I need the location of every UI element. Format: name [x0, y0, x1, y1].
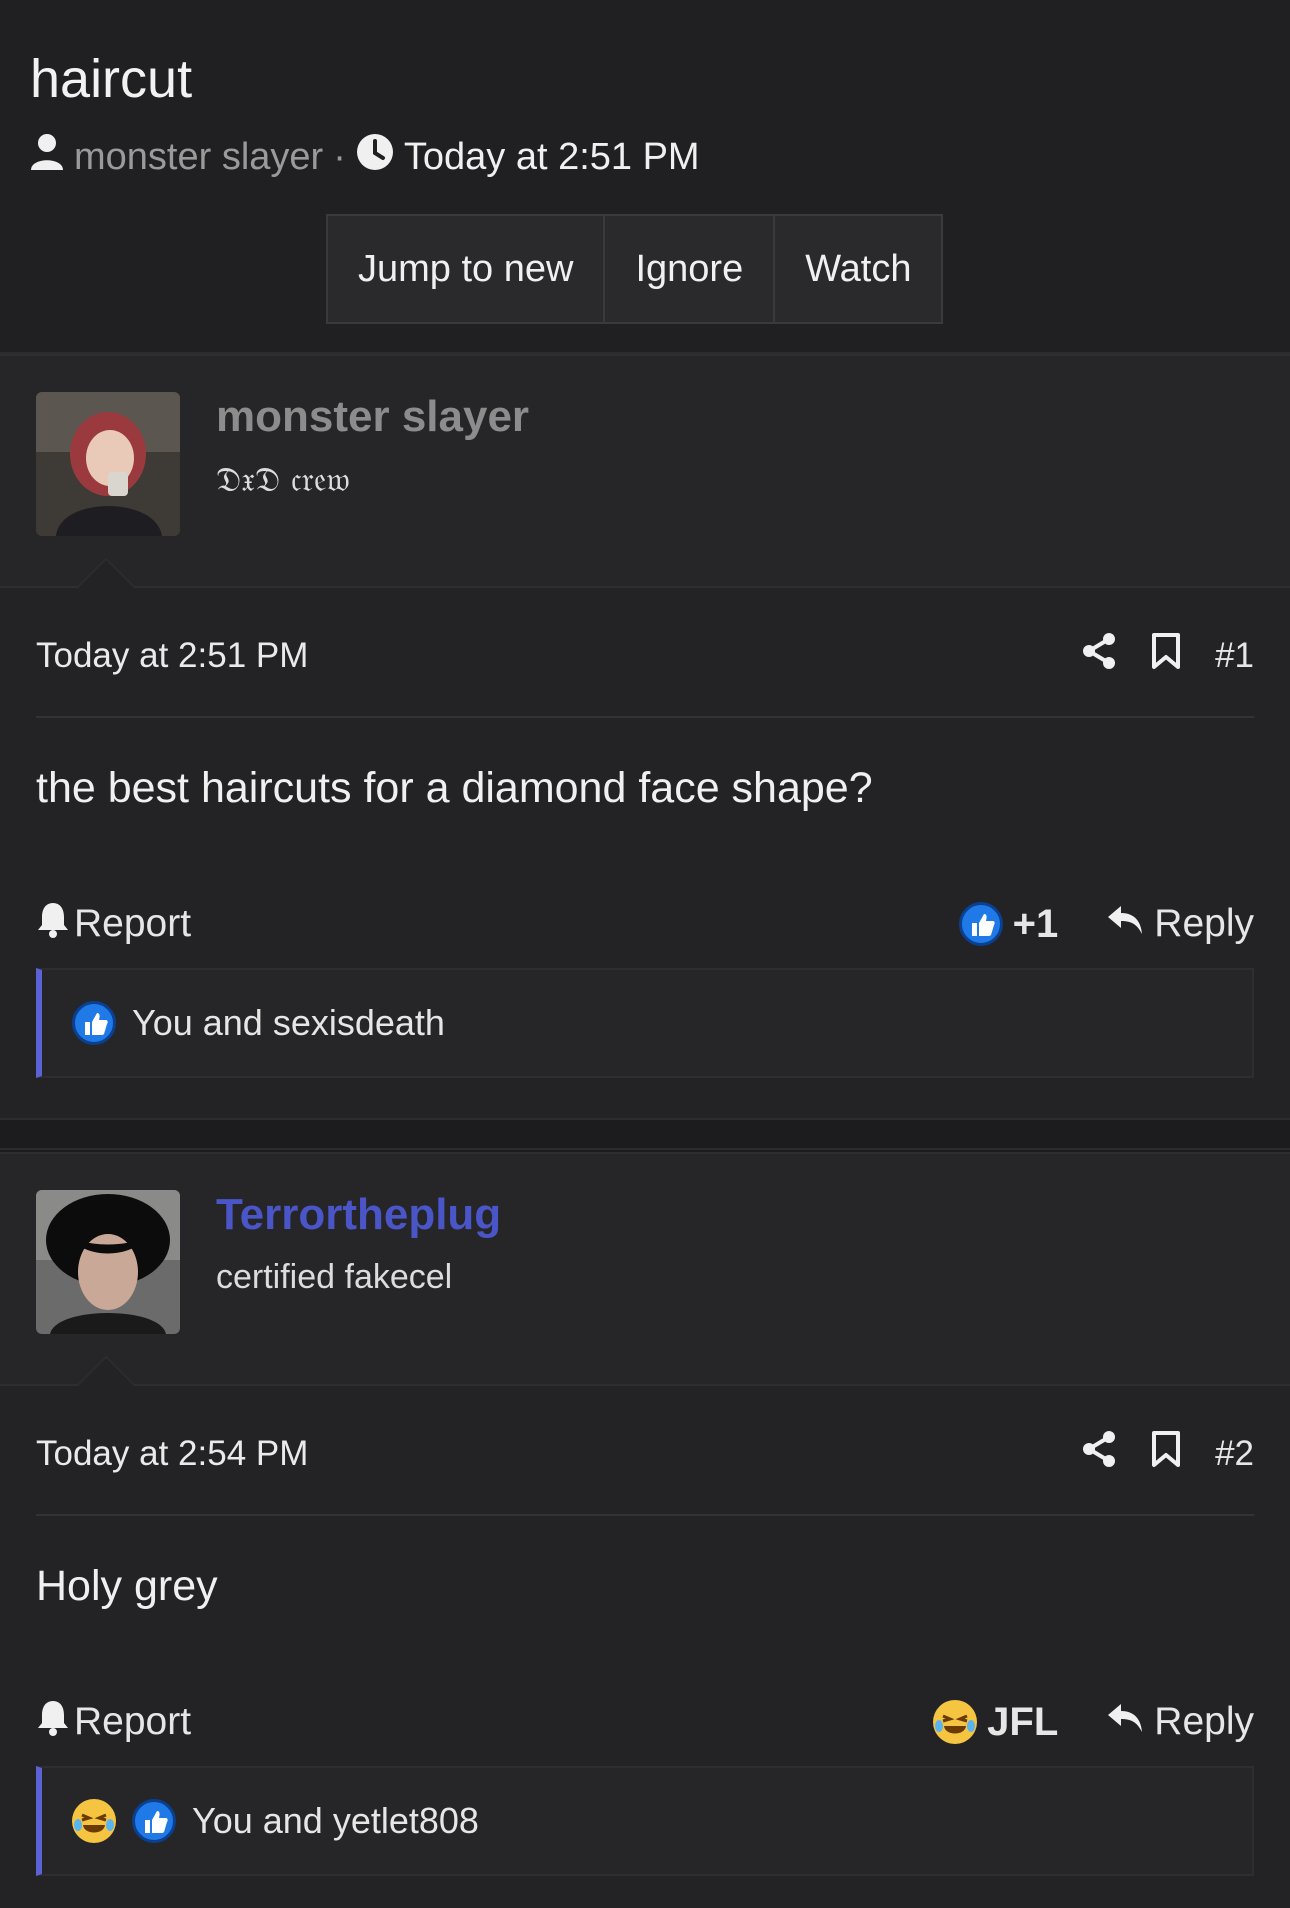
avatar[interactable]: [36, 1190, 180, 1334]
jump-to-new-button[interactable]: Jump to new: [328, 216, 606, 322]
thumbs-up-icon[interactable]: [958, 902, 1003, 946]
post-date[interactable]: Today at 2:51 PM: [36, 636, 308, 676]
thread-button-group: Jump to new Ignore Watch: [326, 214, 944, 324]
user-title: 𝔇𝔵𝔇 𝔠𝔯𝔢𝔴: [216, 460, 350, 500]
post-message: the best haircuts for a diamond face sha…: [36, 764, 873, 812]
thread-title: haircut: [30, 49, 193, 109]
bookmark-icon[interactable]: [1151, 632, 1181, 679]
thumbs-up-icon: [132, 1799, 176, 1843]
thread-author-link[interactable]: monster slayer: [74, 136, 323, 179]
report-link[interactable]: Report: [74, 1700, 191, 1744]
post-user-block: monster slayer 𝔇𝔵𝔇 𝔠𝔯𝔢𝔴: [0, 354, 1290, 588]
ignore-button[interactable]: Ignore: [605, 216, 776, 322]
post-divider: [36, 716, 1254, 718]
bookmark-icon[interactable]: [1151, 1430, 1181, 1477]
post-number-link[interactable]: #2: [1215, 1434, 1254, 1474]
reactions-summary-bar[interactable]: You and yetlet808: [36, 1766, 1254, 1876]
thread-meta: monster slayer · Today at 2:51 PM: [30, 132, 700, 182]
user-block-notch: [76, 1356, 136, 1386]
reactions-summary-bar[interactable]: You and sexisdeath: [36, 968, 1254, 1078]
laughing-crying-emoji-icon: [72, 1799, 116, 1843]
reaction-label[interactable]: JFL: [987, 1700, 1058, 1745]
avatar[interactable]: [36, 392, 180, 536]
meta-separator: ·: [333, 135, 346, 178]
reaction-label[interactable]: +1: [1013, 902, 1059, 947]
post-tools: #1: [1081, 632, 1254, 679]
post-message: Holy grey: [36, 1562, 218, 1610]
bell-icon[interactable]: [36, 900, 70, 948]
user-title: certified fakecel: [216, 1258, 453, 1296]
post-2: Terrortheplug certified fakecel Today at…: [0, 1152, 1290, 1908]
thread-header: haircut monster slayer · Today at 2:51 P…: [0, 0, 1290, 354]
share-icon[interactable]: [1081, 1430, 1117, 1477]
post-gap: [0, 1118, 1290, 1150]
post-number-link[interactable]: #1: [1215, 636, 1254, 676]
user-block-notch: [76, 558, 136, 588]
reactions-summary-text[interactable]: You and sexisdeath: [132, 1002, 445, 1044]
share-icon[interactable]: [1081, 632, 1117, 679]
thumbs-up-icon: [72, 1001, 116, 1045]
bell-icon[interactable]: [36, 1698, 70, 1746]
reactions-summary-text[interactable]: You and yetlet808: [192, 1800, 479, 1842]
watch-button[interactable]: Watch: [775, 216, 941, 322]
reply-arrow-icon[interactable]: [1106, 902, 1144, 946]
reply-link[interactable]: Reply: [1154, 1700, 1254, 1744]
post-username[interactable]: Terrortheplug: [216, 1190, 501, 1240]
clock-icon: [356, 133, 394, 181]
laughing-crying-emoji-icon[interactable]: [933, 1700, 978, 1744]
user-icon: [30, 133, 64, 181]
post-actions: Report +1 Reply: [36, 894, 1254, 954]
report-link[interactable]: Report: [74, 902, 191, 946]
thread-time[interactable]: Today at 2:51 PM: [404, 136, 700, 179]
post-tools: #2: [1081, 1430, 1254, 1477]
reply-arrow-icon[interactable]: [1106, 1700, 1144, 1744]
post-actions: Report JFL Reply: [36, 1692, 1254, 1752]
post-username[interactable]: monster slayer: [216, 392, 529, 442]
post-user-block: Terrortheplug certified fakecel: [0, 1152, 1290, 1386]
post-date[interactable]: Today at 2:54 PM: [36, 1434, 308, 1474]
reply-link[interactable]: Reply: [1154, 902, 1254, 946]
post-1: monster slayer 𝔇𝔵𝔇 𝔠𝔯𝔢𝔴 Today at 2:51 PM…: [0, 354, 1290, 1118]
post-divider: [36, 1514, 1254, 1516]
